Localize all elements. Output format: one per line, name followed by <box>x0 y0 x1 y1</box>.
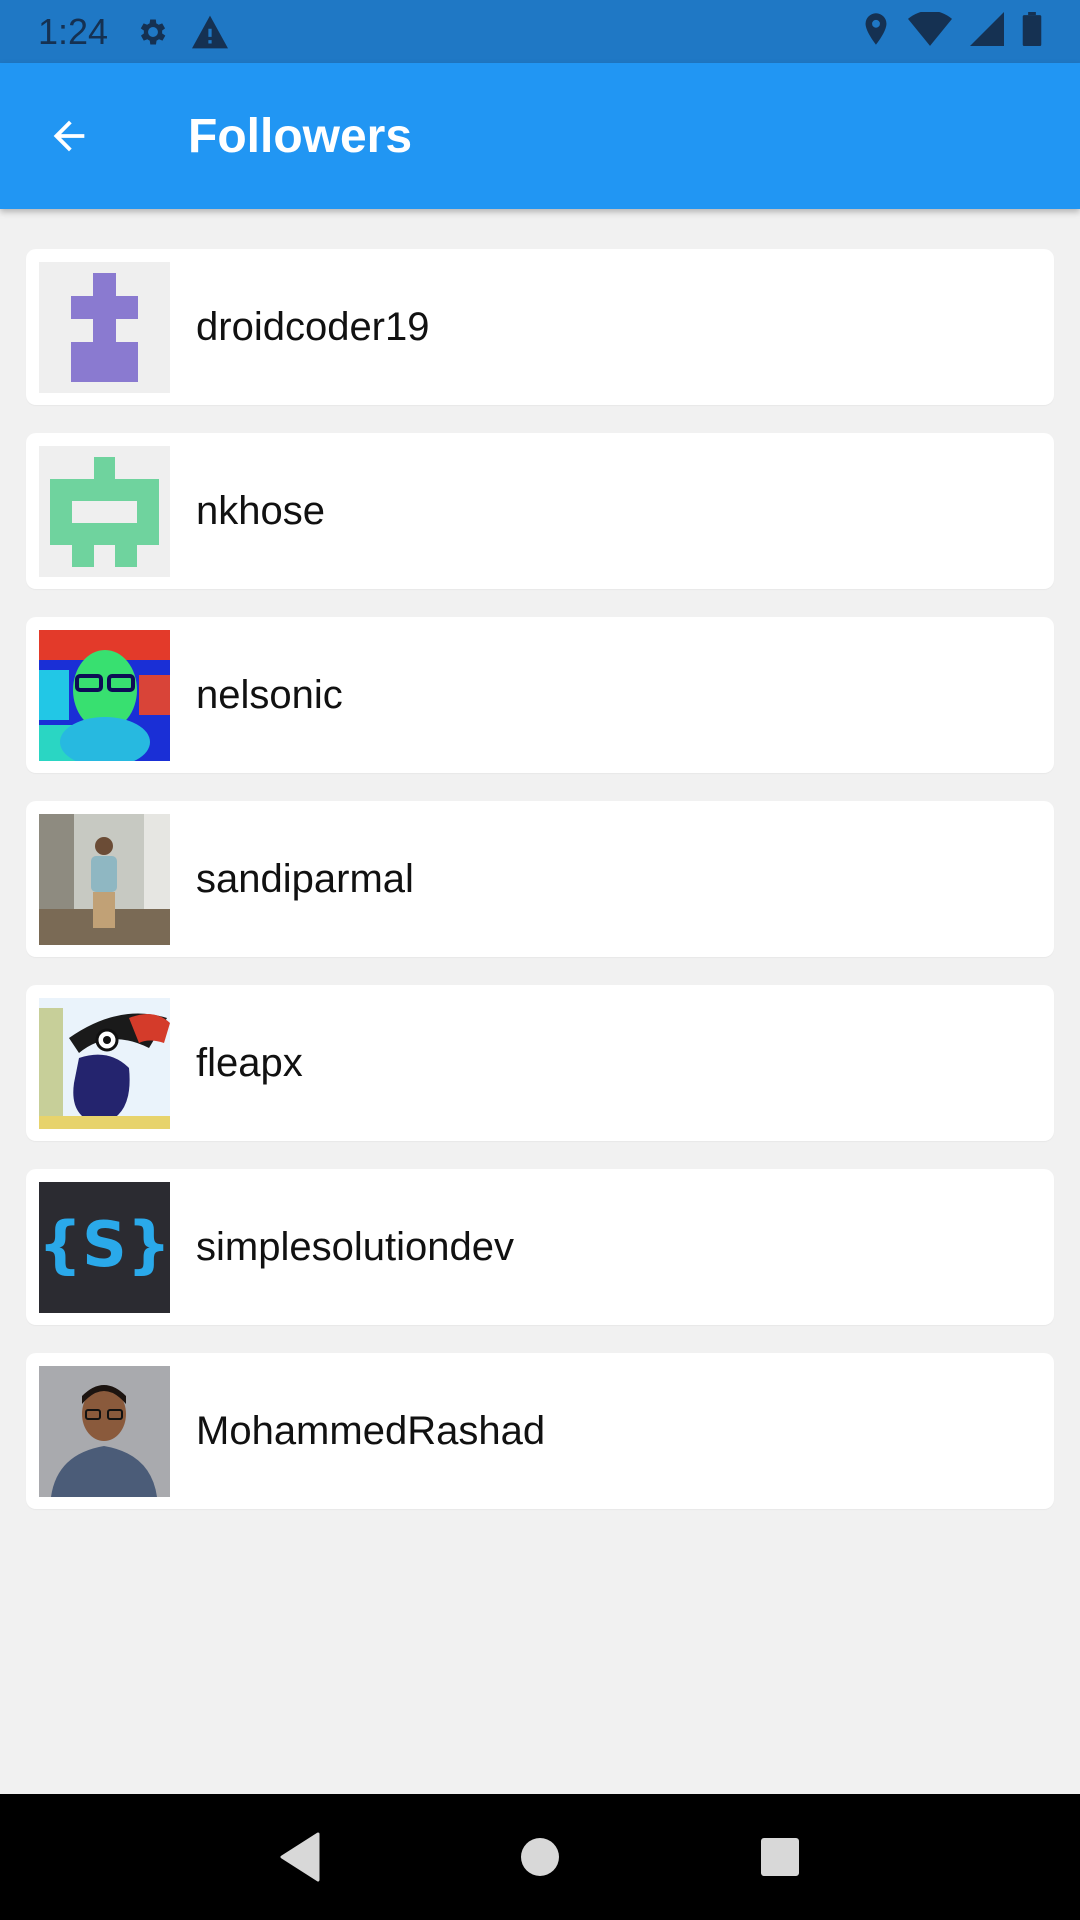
warning-icon <box>190 14 230 50</box>
list-item[interactable]: nelsonic <box>26 617 1054 773</box>
recents-nav-icon <box>761 1838 799 1876</box>
settings-icon <box>136 15 170 49</box>
arrow-back-icon <box>53 120 85 152</box>
list-item[interactable]: {S} simplesolutiondev <box>26 1169 1054 1325</box>
app-bar: Followers <box>0 63 1080 209</box>
avatar <box>39 813 170 945</box>
location-icon <box>862 12 890 51</box>
followers-list: droidcoder19 nkhose nelsonic sandiparmal… <box>26 249 1054 1537</box>
list-item[interactable]: droidcoder19 <box>26 249 1054 405</box>
avatar <box>39 629 170 761</box>
list-item[interactable]: MohammedRashad <box>26 1353 1054 1509</box>
battery-icon <box>1022 12 1042 51</box>
wifi-icon <box>908 10 952 51</box>
list-item[interactable]: sandiparmal <box>26 801 1054 957</box>
nav-back-button[interactable] <box>260 1817 340 1897</box>
status-time: 1:24 <box>38 10 109 52</box>
avatar <box>39 1365 170 1497</box>
username: nelsonic <box>196 672 343 717</box>
status-icons-right <box>862 10 1042 51</box>
back-button[interactable] <box>34 101 104 171</box>
username: simplesolutiondev <box>196 1224 514 1269</box>
username: sandiparmal <box>196 856 414 901</box>
avatar <box>39 445 170 577</box>
page-title: Followers <box>188 109 413 163</box>
avatar: {S} <box>39 1181 170 1313</box>
navigation-bar <box>0 1794 1080 1920</box>
nav-home-button[interactable] <box>500 1817 580 1897</box>
avatar <box>39 261 170 393</box>
status-bar: 1:24 <box>0 0 1080 63</box>
svg-text:{S}: {S} <box>39 1208 170 1281</box>
signal-icon <box>970 12 1004 51</box>
username: fleapx <box>196 1040 303 1085</box>
username: nkhose <box>196 488 325 533</box>
nav-recents-button[interactable] <box>740 1817 820 1897</box>
username: droidcoder19 <box>196 304 430 349</box>
username: MohammedRashad <box>196 1408 546 1453</box>
avatar <box>39 997 170 1129</box>
back-nav-icon <box>280 1832 320 1882</box>
list-item[interactable]: fleapx <box>26 985 1054 1141</box>
home-nav-icon <box>521 1838 559 1876</box>
list-item[interactable]: nkhose <box>26 433 1054 589</box>
